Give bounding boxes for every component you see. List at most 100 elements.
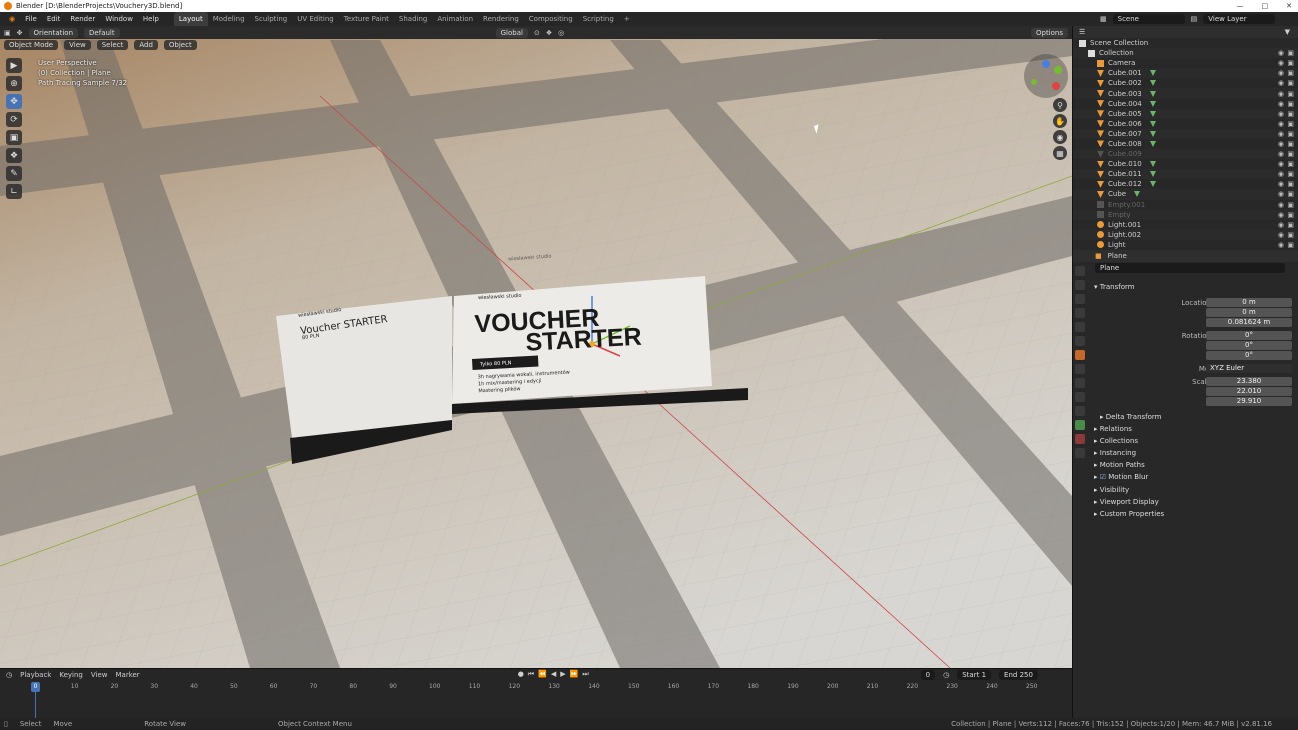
tab-compositing[interactable]: Compositing <box>524 12 578 26</box>
visibility-eye-icon[interactable]: ◉ <box>1278 68 1284 78</box>
tab-tool-icon[interactable] <box>1075 266 1085 276</box>
tab-physics-icon[interactable] <box>1075 392 1085 402</box>
scale-x-field[interactable]: 23.380 <box>1206 377 1292 386</box>
render-camera-icon[interactable]: ▣ <box>1287 189 1294 199</box>
tab-data-icon[interactable] <box>1075 420 1085 430</box>
render-camera-icon[interactable]: ▣ <box>1287 99 1294 109</box>
play-icon[interactable]: ▶ <box>560 670 569 678</box>
tab-rendering[interactable]: Rendering <box>478 12 524 26</box>
render-camera-icon[interactable]: ▣ <box>1287 139 1294 149</box>
3d-viewport[interactable]: wiesławski studio VOUCHER STARTER wiesła… <box>0 26 1072 668</box>
outliner-row[interactable]: Cube.001 ◉ ▣ <box>1073 68 1298 79</box>
outliner-row[interactable]: Cube.008 ◉ ▣ <box>1073 139 1298 149</box>
visibility-eye-icon[interactable]: ◉ <box>1278 78 1284 88</box>
playback-menu[interactable]: Playback <box>20 671 51 679</box>
tab-constraints-icon[interactable] <box>1075 406 1085 416</box>
editor-type-icon[interactable]: ▣ <box>4 29 11 37</box>
render-camera-icon[interactable]: ▣ <box>1287 179 1294 189</box>
keying-menu[interactable]: Keying <box>59 671 83 679</box>
outliner-row[interactable]: Cube.009 ◉ ▣ <box>1073 149 1298 160</box>
outliner-row[interactable]: Empty ◉ ▣ <box>1073 209 1298 220</box>
visibility-eye-icon[interactable]: ◉ <box>1278 220 1284 230</box>
view-menu[interactable]: View <box>91 671 108 679</box>
outliner-row[interactable]: Cube.010 ◉ ▣ <box>1073 159 1298 169</box>
outliner-row[interactable]: Light ◉ ▣ <box>1073 240 1298 250</box>
checkbox-icon[interactable]: ☑ <box>1100 473 1106 481</box>
visibility-eye-icon[interactable]: ◉ <box>1278 230 1284 240</box>
object-mode-dropdown[interactable]: Object Mode <box>4 40 59 50</box>
blender-menu-icon[interactable]: ◉ <box>4 12 20 26</box>
tab-modeling[interactable]: Modeling <box>208 12 250 26</box>
render-camera-icon[interactable]: ▣ <box>1287 230 1294 240</box>
tab-object-icon[interactable] <box>1075 350 1085 360</box>
transform-section-header[interactable]: ▾ Transform <box>1094 283 1135 291</box>
visibility-eye-icon[interactable]: ◉ <box>1278 169 1284 179</box>
tab-uv-editing[interactable]: UV Editing <box>292 12 339 26</box>
camera-view-icon[interactable]: ◉ <box>1053 130 1067 144</box>
visibility-eye-icon[interactable]: ◉ <box>1278 189 1284 199</box>
prev-key-icon[interactable]: ⏪ <box>538 670 551 678</box>
outliner-row[interactable]: Cube.003 ◉ ▣ <box>1073 88 1298 99</box>
jump-end-icon[interactable]: ⏭ <box>582 670 592 678</box>
outliner-row[interactable]: Scene Collection <box>1073 38 1298 48</box>
visibility-eye-icon[interactable]: ◉ <box>1278 200 1284 210</box>
snap-icon[interactable]: ❖ <box>546 29 552 37</box>
render-camera-icon[interactable]: ▣ <box>1287 48 1294 58</box>
mesh-data-icon[interactable] <box>1149 90 1156 97</box>
relations-section[interactable]: ▸ Relations <box>1094 425 1132 433</box>
mesh-data-icon[interactable] <box>1149 80 1156 87</box>
render-camera-icon[interactable]: ▣ <box>1287 210 1294 220</box>
outliner-row[interactable]: Camera ◉ ▣ <box>1073 58 1298 68</box>
transform-global-dropdown[interactable]: Global <box>495 27 528 38</box>
tab-viewlayer-icon[interactable] <box>1075 308 1085 318</box>
orientation-dropdown[interactable]: Orientation <box>28 27 79 38</box>
menu-render[interactable]: Render <box>65 12 100 26</box>
outliner-row[interactable]: Cube.012 ◉ ▣ <box>1073 179 1298 189</box>
render-camera-icon[interactable]: ▣ <box>1287 149 1294 159</box>
menu-file[interactable]: File <box>20 12 42 26</box>
render-camera-icon[interactable]: ▣ <box>1287 119 1294 129</box>
render-camera-icon[interactable]: ▣ <box>1287 58 1294 68</box>
render-camera-icon[interactable]: ▣ <box>1287 68 1294 78</box>
visibility-eye-icon[interactable]: ◉ <box>1278 179 1284 189</box>
location-z-field[interactable]: 0.081624 m <box>1206 318 1292 327</box>
render-camera-icon[interactable]: ▣ <box>1287 240 1294 250</box>
annotate-tool-icon[interactable]: ✎ <box>6 166 22 181</box>
menu-help[interactable]: Help <box>138 12 164 26</box>
next-key-icon[interactable]: ⏩ <box>570 670 583 678</box>
mesh-data-icon[interactable] <box>1149 130 1156 137</box>
render-camera-icon[interactable]: ▣ <box>1287 169 1294 179</box>
view-menu[interactable]: View <box>64 40 91 50</box>
select-menu[interactable]: Select <box>96 40 129 50</box>
pivot-icon[interactable]: ⊙ <box>534 29 540 37</box>
render-camera-icon[interactable]: ▣ <box>1287 89 1294 99</box>
object-menu[interactable]: Object <box>163 40 197 50</box>
render-camera-icon[interactable]: ▣ <box>1287 78 1294 88</box>
scene-field[interactable]: Scene <box>1112 14 1185 24</box>
render-camera-icon[interactable]: ▣ <box>1287 200 1294 210</box>
location-x-field[interactable]: 0 m <box>1206 298 1292 307</box>
transform-orientation-icon[interactable]: ✥ <box>17 29 23 37</box>
play-reverse-icon[interactable]: ◀ <box>551 670 560 678</box>
scale-z-field[interactable]: 29.910 <box>1206 397 1292 406</box>
tab-render-icon[interactable] <box>1075 280 1085 290</box>
tab-modifier-icon[interactable] <box>1075 364 1085 374</box>
motion-paths-section[interactable]: ▸ Motion Paths <box>1094 461 1145 469</box>
default-dropdown[interactable]: Default <box>84 27 120 38</box>
marker-menu[interactable]: Marker <box>115 671 139 679</box>
move-tool-icon[interactable]: ✥ <box>6 94 22 109</box>
tab-output-icon[interactable] <box>1075 294 1085 304</box>
collections-section[interactable]: ▸ Collections <box>1094 437 1138 445</box>
rotation-mode-dropdown[interactable]: XYZ Euler <box>1206 364 1292 373</box>
visibility-eye-icon[interactable]: ◉ <box>1278 139 1284 149</box>
viewport-display-section[interactable]: ▸ Viewport Display <box>1094 498 1159 506</box>
timeline-editor-icon[interactable]: ◷ <box>6 671 12 679</box>
perspective-toggle-icon[interactable]: ▦ <box>1053 146 1067 160</box>
outliner-row[interactable]: Light.002 ◉ ▣ <box>1073 229 1298 240</box>
rotation-x-field[interactable]: 0° <box>1206 331 1292 340</box>
visibility-eye-icon[interactable]: ◉ <box>1278 240 1284 250</box>
location-y-field[interactable]: 0 m <box>1206 308 1292 317</box>
rotate-tool-icon[interactable]: ⟳ <box>6 112 22 127</box>
render-camera-icon[interactable]: ▣ <box>1287 129 1294 139</box>
outliner-row[interactable]: Cube.007 ◉ ▣ <box>1073 128 1298 139</box>
